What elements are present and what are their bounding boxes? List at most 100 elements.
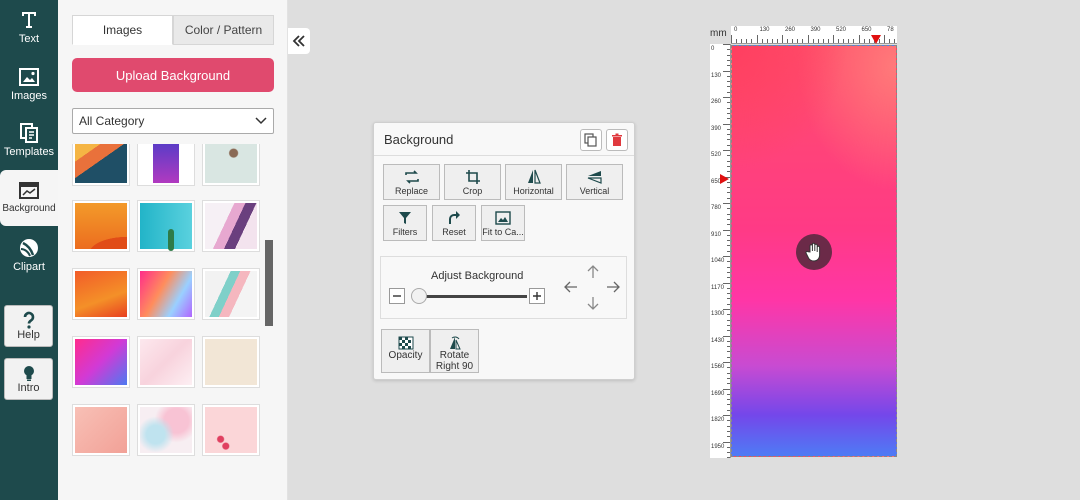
ruler-tick-label: 1300: [711, 311, 725, 317]
background-thumbnail[interactable]: [137, 144, 195, 186]
tool-background[interactable]: Background: [0, 170, 58, 226]
ruler-tick-label: 130: [711, 72, 722, 79]
ruler-mark: [727, 155, 730, 157]
background-thumbnail[interactable]: [202, 268, 260, 320]
ruler-mark: [843, 39, 845, 43]
tab-images[interactable]: Images: [72, 15, 173, 45]
background-thumbnail[interactable]: [137, 200, 195, 252]
ruler-mark: [727, 298, 730, 300]
ruler-mark: [727, 271, 730, 273]
replace-label: Replace: [394, 186, 429, 196]
tool-images-label: Images: [10, 90, 48, 102]
trash-icon: [612, 133, 622, 146]
background-thumbnail[interactable]: [202, 200, 260, 252]
ruler-mark: [727, 224, 730, 226]
rotate-label-1: Rotate: [439, 350, 470, 361]
zoom-out-button[interactable]: [389, 288, 405, 304]
tool-templates-label: Templates: [3, 146, 55, 158]
background-thumbnail[interactable]: [72, 200, 130, 252]
reset-button[interactable]: Reset: [432, 205, 476, 241]
collapse-panel-button[interactable]: [288, 28, 310, 54]
upload-background-button[interactable]: Upload Background: [72, 58, 274, 92]
ruler-mark: [727, 54, 730, 56]
ruler-mark: [727, 91, 730, 93]
ruler-mark: [727, 86, 730, 88]
background-thumbnail[interactable]: [137, 268, 195, 320]
ruler-mark: [727, 287, 730, 289]
ruler-marker-left[interactable]: [720, 174, 729, 184]
adjust-slider-track[interactable]: [417, 295, 527, 298]
background-dialog: Background Replace Crop Horizontal Verti…: [373, 122, 635, 380]
ruler-tick-label: 260: [785, 27, 796, 33]
replace-icon: [404, 170, 419, 184]
tool-background-label: Background: [2, 203, 56, 214]
move-right-icon[interactable]: [606, 280, 620, 294]
adjust-slider-handle[interactable]: [411, 288, 427, 304]
duplicate-button[interactable]: [580, 129, 602, 151]
tool-text-label: Text: [18, 33, 40, 45]
rotate-right-90-button[interactable]: Rotate Right 90: [430, 329, 479, 373]
flip-vertical-button[interactable]: Vertical: [566, 164, 623, 200]
tool-images[interactable]: Images: [0, 57, 58, 113]
ruler-mark: [727, 134, 730, 136]
move-down-icon[interactable]: [586, 296, 600, 310]
ruler-tick-label: 1040: [711, 258, 725, 264]
background-thumbnail[interactable]: [202, 404, 260, 456]
delete-button[interactable]: [606, 129, 628, 151]
background-thumbnail[interactable]: [72, 336, 130, 388]
tool-templates[interactable]: Templates: [0, 113, 58, 169]
ruler-mark: [727, 420, 730, 422]
intro-button[interactable]: Intro: [4, 358, 53, 400]
panel-tabs: Images Color / Pattern: [72, 15, 274, 45]
ruler-mark: [833, 35, 834, 43]
ruler-tick-label: 390: [711, 125, 722, 132]
background-thumbnail[interactable]: [72, 268, 130, 320]
ruler-mark: [727, 399, 730, 401]
ruler-tick-label: 130: [759, 27, 770, 33]
background-thumbnail[interactable]: [202, 336, 260, 388]
help-button[interactable]: Help: [4, 305, 53, 347]
ruler-marker-top[interactable]: [871, 35, 881, 44]
background-thumbnail[interactable]: [72, 144, 130, 186]
move-up-icon[interactable]: [586, 265, 600, 279]
ruler-unit: mm: [710, 28, 727, 39]
background-thumbnail[interactable]: [72, 404, 130, 456]
background-thumbnail[interactable]: [137, 404, 195, 456]
fit-image-icon: [495, 211, 511, 225]
ruler-mark: [727, 261, 730, 263]
question-icon: [23, 311, 34, 329]
ruler-mark: [727, 165, 730, 167]
background-thumbnail[interactable]: [202, 144, 260, 186]
crop-button[interactable]: Crop: [444, 164, 501, 200]
ruler-mark: [723, 309, 730, 310]
ruler-tick-label: 1950: [711, 443, 725, 450]
flip-horizontal-icon: [527, 169, 541, 184]
flip-horizontal-button[interactable]: Horizontal: [505, 164, 562, 200]
panel-scrollbar[interactable]: [265, 240, 273, 326]
background-panel: Images Color / Pattern Upload Background…: [58, 0, 288, 500]
ruler-mark: [751, 39, 753, 43]
filters-button[interactable]: Filters: [383, 205, 427, 241]
category-select[interactable]: All Category: [72, 108, 274, 134]
tool-text[interactable]: Text: [0, 0, 58, 56]
ruler-mark: [727, 128, 730, 130]
fit-to-canvas-button[interactable]: Fit to Ca...: [481, 205, 525, 241]
background-thumbnail[interactable]: [137, 336, 195, 388]
hand-icon: [805, 242, 821, 262]
ruler-mark: [727, 383, 730, 385]
tab-color-pattern[interactable]: Color / Pattern: [173, 15, 274, 45]
horizontal-label: Horizontal: [513, 186, 554, 196]
help-label: Help: [17, 329, 40, 341]
ruler-mark: [812, 39, 814, 43]
move-left-icon[interactable]: [564, 280, 578, 294]
ruler-mark: [727, 277, 730, 279]
pan-handle[interactable]: [796, 234, 832, 270]
ruler-mark: [727, 409, 730, 411]
ruler-mark: [727, 452, 730, 454]
replace-button[interactable]: Replace: [383, 164, 440, 200]
ruler-mark: [723, 123, 730, 125]
ruler-mark: [727, 65, 730, 67]
tool-clipart[interactable]: Clipart: [0, 228, 58, 284]
zoom-in-button[interactable]: [529, 288, 545, 304]
opacity-button[interactable]: Opacity: [381, 329, 430, 373]
